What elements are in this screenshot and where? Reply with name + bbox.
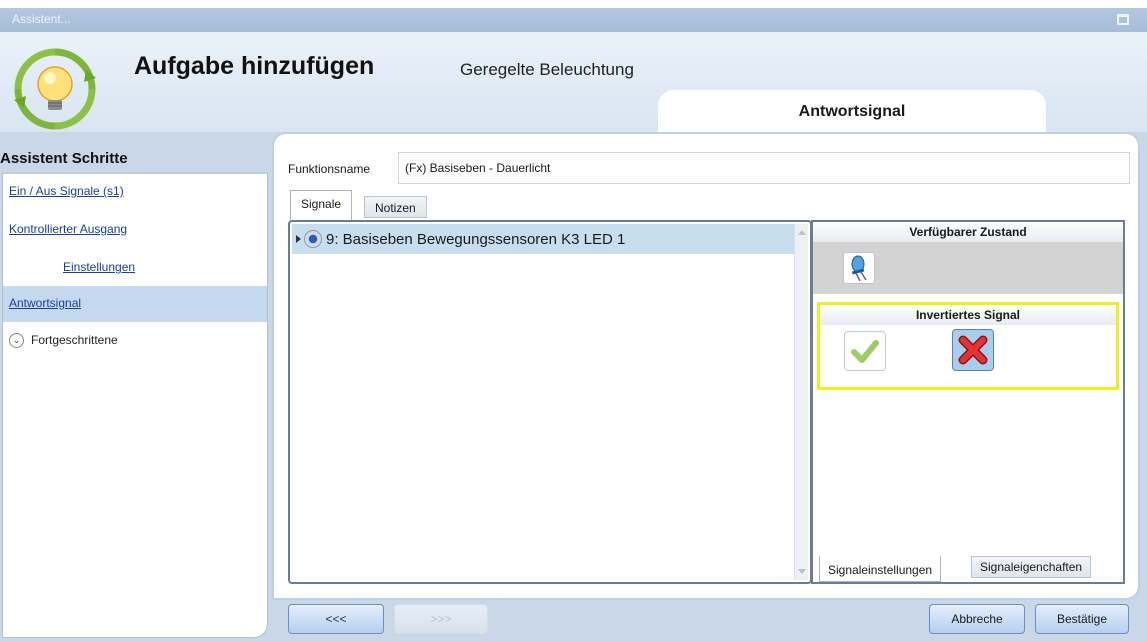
sidebar-panel: Ein / Aus Signale (s1) Kontrollierter Au… xyxy=(2,172,268,638)
wizard-steps-sidebar: Assistent Schritte Ein / Aus Signale (s1… xyxy=(0,132,268,641)
inverted-button[interactable] xyxy=(952,329,994,371)
tab-signals[interactable]: Signale xyxy=(290,190,353,220)
signal-settings-panel: Verfügbarer Zustand Invertiertes Signal xyxy=(811,220,1125,584)
tab-signal-properties[interactable]: Signaleigenchaften xyxy=(971,556,1092,578)
page-subtitle: Geregelte Beleuchtung xyxy=(460,60,634,79)
expand-arrow-icon[interactable] xyxy=(296,235,301,243)
sidebar-item-label[interactable]: Antwortsignal xyxy=(9,296,81,310)
title-bar: Assistent... xyxy=(0,8,1147,32)
sidebar-item-label[interactable]: Ein / Aus Signale (s1) xyxy=(9,184,124,198)
not-inverted-button[interactable] xyxy=(844,331,886,371)
sidebar-item-settings[interactable]: Einstellungen xyxy=(3,250,267,286)
scroll-up-icon[interactable] xyxy=(798,230,806,235)
main-panel: Funktionsname (Fx) Basiseben - Dauerlich… xyxy=(272,132,1140,600)
sidebar-item-label[interactable]: Kontrollierter Ausgang xyxy=(9,222,127,236)
next-button[interactable]: >>> xyxy=(394,604,488,634)
inverted-signal-title: Invertiertes Signal xyxy=(820,305,1116,325)
function-name-input[interactable]: (Fx) Basiseben - Dauerlicht xyxy=(398,152,1130,184)
top-strip xyxy=(0,0,1147,8)
list-item[interactable]: 9: Basiseben Bewegungssensoren K3 LED 1 xyxy=(292,224,794,254)
led-icon xyxy=(851,255,867,282)
function-name-label: Funktionsname xyxy=(288,162,371,176)
lightbulb-logo-icon xyxy=(14,48,96,130)
wizard-window: Assistent... Aufgabe hinzufügen Geregelt… xyxy=(0,0,1147,641)
check-icon xyxy=(851,340,879,363)
led-state-button[interactable] xyxy=(843,252,875,284)
sidebar-item-on-off-signals[interactable]: Ein / Aus Signale (s1) xyxy=(3,174,267,210)
cancel-button[interactable]: Abbreche xyxy=(929,604,1025,634)
page-title: Aufgabe hinzufügen xyxy=(134,52,375,80)
signal-list[interactable]: 9: Basiseben Bewegungssensoren K3 LED 1 xyxy=(288,220,812,584)
sidebar-heading: Assistent Schritte xyxy=(0,150,128,167)
maximize-icon[interactable] xyxy=(1117,14,1129,25)
scroll-down-icon[interactable] xyxy=(798,569,806,574)
x-icon xyxy=(958,335,988,365)
tab-notes[interactable]: Notizen xyxy=(364,196,427,218)
signal-label: 9: Basiseben Bewegungssensoren K3 LED 1 xyxy=(326,230,626,248)
previous-button[interactable]: <<< xyxy=(288,604,384,634)
sidebar-item-response-signal[interactable]: Antwortsignal xyxy=(3,286,267,322)
inverted-signal-box: Invertiertes Signal xyxy=(817,302,1119,390)
sensor-icon xyxy=(304,230,322,248)
available-state-title: Verfügbarer Zustand xyxy=(813,222,1123,242)
current-step-tab: Antwortsignal xyxy=(658,90,1046,132)
list-scrollbar[interactable] xyxy=(794,224,808,580)
sidebar-item-label: Fortgeschrittene xyxy=(31,333,118,347)
chevron-down-icon[interactable]: ⌄ xyxy=(9,332,24,348)
header: Aufgabe hinzufügen Geregelte Beleuchtung… xyxy=(0,32,1147,132)
sidebar-item-controlled-output[interactable]: Kontrollierter Ausgang xyxy=(3,212,267,248)
tab-signal-settings[interactable]: Signaleinstellungen xyxy=(819,556,942,582)
confirm-button[interactable]: Bestätige xyxy=(1035,604,1129,634)
sidebar-item-label[interactable]: Einstellungen xyxy=(63,260,135,274)
sidebar-item-advanced[interactable]: ⌄ Fortgeschrittene xyxy=(3,322,267,358)
available-state-area xyxy=(813,242,1123,294)
window-title: Assistent... xyxy=(12,12,71,26)
